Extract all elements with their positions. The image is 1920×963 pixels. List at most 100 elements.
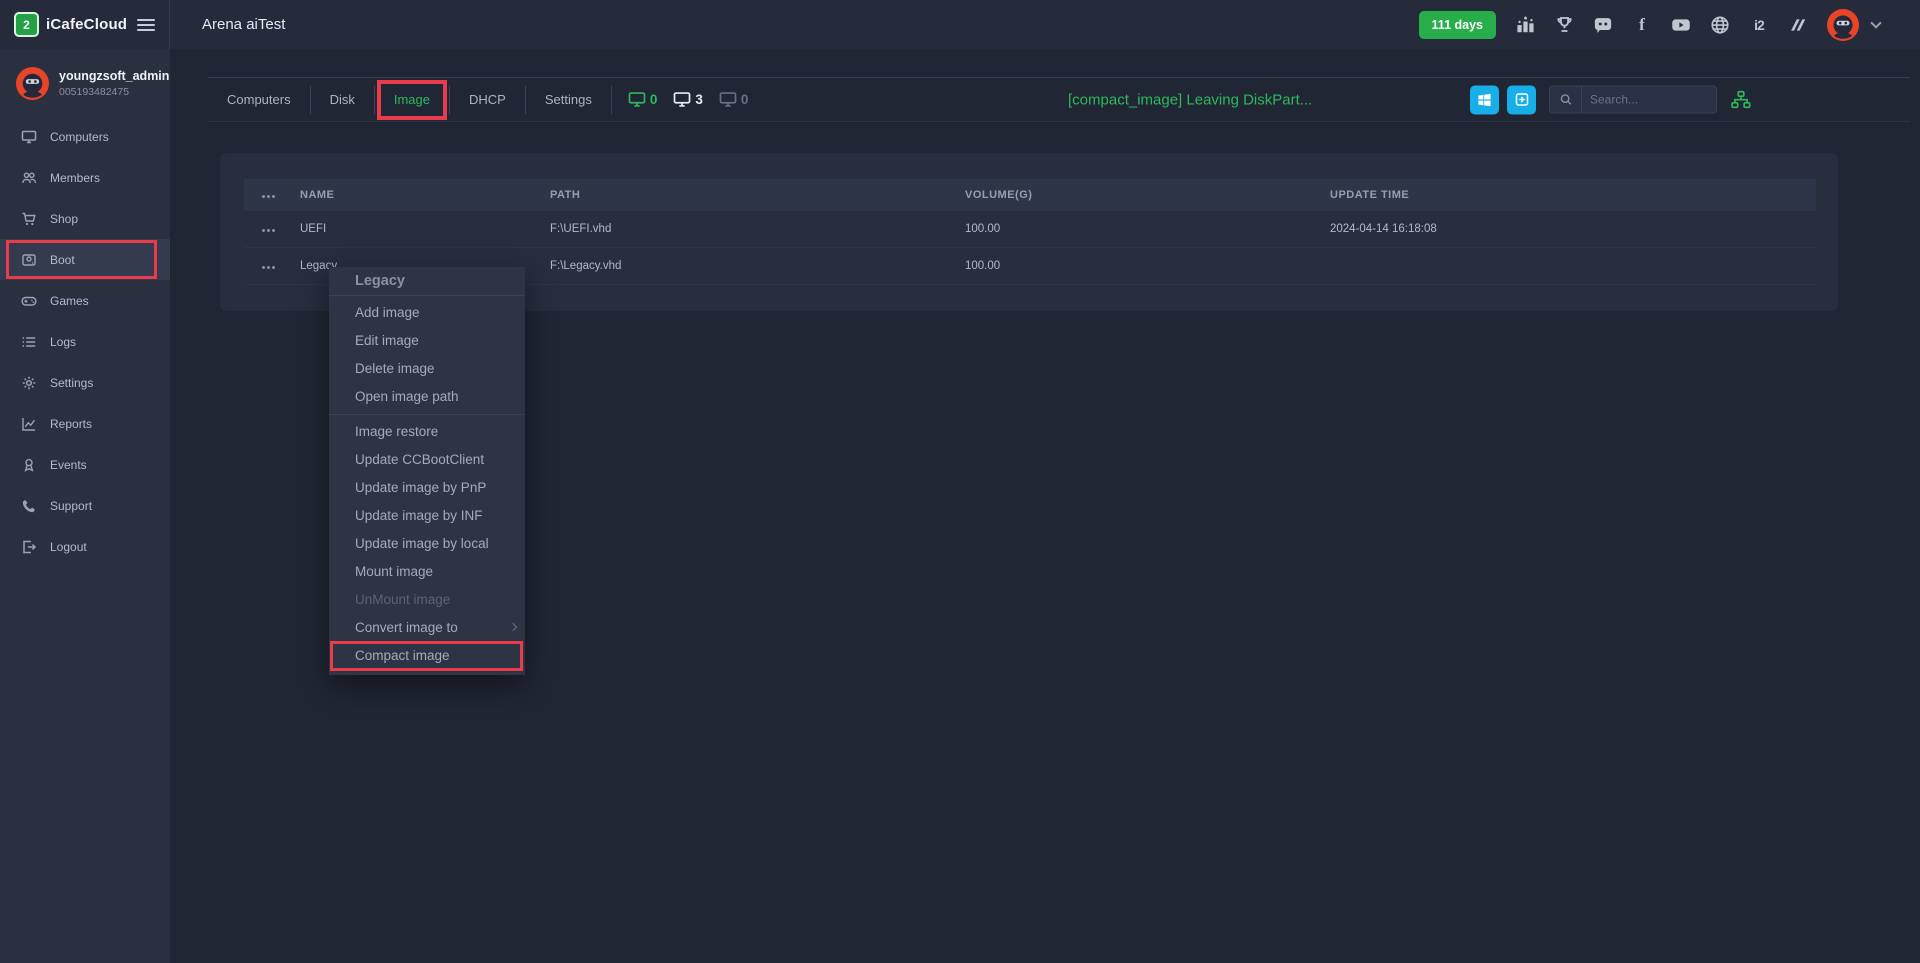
menu-item-update-image-by-inf[interactable]: Update image by INF: [329, 502, 525, 530]
tab-image[interactable]: Image: [375, 86, 450, 114]
tab-settings[interactable]: Settings: [526, 86, 612, 114]
menu-item-convert-image-to[interactable]: Convert image to: [329, 614, 525, 642]
table-row-uefi[interactable]: UEFI F:\UEFI.vhd 100.00 2024-04-14 16:18…: [244, 211, 1816, 248]
cell-update-time: 2024-04-14 16:18:08: [1330, 223, 1816, 235]
context-menu-group-1: Add image Edit image Delete image Open i…: [329, 296, 525, 414]
ranking-icon[interactable]: [1515, 15, 1535, 35]
counter-online[interactable]: 0: [628, 92, 658, 107]
sidebar-item-boot[interactable]: Boot: [0, 239, 170, 280]
sidebar-item-logs[interactable]: Logs: [0, 321, 170, 362]
table-header-row: NAME PATH VOLUME(G) UPDATE TIME: [244, 179, 1816, 211]
menu-icon[interactable]: [137, 19, 155, 31]
members-icon: [21, 170, 37, 186]
sidebar-item-members[interactable]: Members: [0, 157, 170, 198]
network-sitemap-icon[interactable]: [1731, 91, 1751, 109]
page-title: Arena aiTest: [202, 16, 285, 33]
cell-path: F:\UEFI.vhd: [550, 223, 965, 235]
row-menu-icon[interactable]: [262, 229, 265, 232]
user-avatar[interactable]: [1827, 9, 1859, 41]
sidebar-item-shop[interactable]: Shop: [0, 198, 170, 239]
logout-icon: [21, 539, 37, 555]
menu-item-add-image[interactable]: Add image: [329, 299, 525, 327]
logs-icon: [21, 334, 37, 350]
add-image-button[interactable]: [1507, 85, 1536, 114]
header-menu-cell: [244, 189, 300, 201]
menu-item-open-image-path[interactable]: Open image path: [329, 383, 525, 411]
column-update-time: UPDATE TIME: [1330, 189, 1816, 201]
cell-path: F:\Legacy.vhd: [550, 260, 965, 272]
tab-disk[interactable]: Disk: [311, 86, 375, 114]
column-path: PATH: [550, 189, 965, 201]
windows-icon: [1477, 92, 1492, 107]
menu-item-mount-image[interactable]: Mount image: [329, 558, 525, 586]
plus-square-icon: [1514, 92, 1530, 108]
chevron-down-icon[interactable]: [1870, 17, 1881, 28]
events-trophy-icon: [21, 457, 37, 473]
cell-volume: 100.00: [965, 223, 1330, 235]
sidebar-item-settings[interactable]: Settings: [0, 362, 170, 403]
counter-total[interactable]: 3: [673, 92, 703, 107]
facebook-icon[interactable]: f: [1632, 15, 1652, 35]
cell-volume: 100.00: [965, 260, 1330, 272]
menu-item-edit-image[interactable]: Edit image: [329, 327, 525, 355]
sidebar-item-reports[interactable]: Reports: [0, 403, 170, 444]
search-input[interactable]: [1582, 93, 1716, 107]
sidebar: youngzsoft_admin 005193482475 Computers …: [0, 49, 170, 963]
icafecloud-mini-icon[interactable]: i2: [1749, 15, 1769, 35]
tab-computers[interactable]: Computers: [208, 86, 311, 114]
logo-text: iCafeCloud: [46, 16, 127, 33]
sidebar-user: youngzsoft_admin 005193482475: [0, 49, 170, 116]
trophy-icon[interactable]: [1554, 15, 1574, 35]
icafecloud-logo-icon: 2: [14, 12, 39, 37]
days-badge[interactable]: 111 days: [1419, 11, 1496, 39]
search-icon[interactable]: [1550, 87, 1582, 113]
search-box: [1549, 86, 1717, 114]
shop-icon: [21, 211, 37, 227]
topbar-actions: 111 days f i2: [1419, 9, 1920, 41]
sidebar-user-id: 005193482475: [59, 86, 169, 98]
computers-icon: [21, 129, 37, 145]
image-toolbar: Computers Disk Image DHCP Settings 0 3 0…: [208, 77, 1910, 122]
column-volume: VOLUME(G): [965, 189, 1330, 201]
context-menu-group-2: Image restore Update CCBootClient Update…: [329, 414, 525, 675]
settings-gear-icon: [21, 375, 37, 391]
sidebar-username: youngzsoft_admin: [59, 69, 169, 83]
icafecloud-logo: 2 iCafeCloud: [14, 12, 127, 37]
topbar: 2 iCafeCloud Arena aiTest 111 days f: [0, 0, 1920, 49]
menu-item-unmount-image: UnMount image: [329, 586, 525, 614]
sidebar-item-events[interactable]: Events: [0, 444, 170, 485]
sidebar-item-logout[interactable]: Logout: [0, 526, 170, 567]
image-context-menu: Legacy Add image Edit image Delete image…: [329, 267, 525, 675]
menu-item-update-ccbootclient[interactable]: Update CCBootClient: [329, 446, 525, 474]
row-menu-icon[interactable]: [262, 266, 265, 269]
sidebar-avatar: [16, 67, 49, 100]
reports-chart-icon: [21, 416, 37, 432]
menu-item-update-image-by-local[interactable]: Update image by local: [329, 530, 525, 558]
app-root: 2 iCafeCloud Arena aiTest 111 days f: [0, 0, 1920, 963]
monitor-white-icon: [673, 92, 691, 107]
support-phone-icon: [21, 498, 37, 514]
menu-item-delete-image[interactable]: Delete image: [329, 355, 525, 383]
sidebar-item-support[interactable]: Support: [0, 485, 170, 526]
menu-item-update-image-by-pnp[interactable]: Update image by PnP: [329, 474, 525, 502]
windows-boot-button[interactable]: [1470, 85, 1499, 114]
monitor-green-icon: [628, 92, 646, 107]
toolbar-actions: [1470, 85, 1751, 114]
grid-dots-icon: [262, 195, 265, 198]
globe-icon[interactable]: [1710, 15, 1730, 35]
context-menu-title: Legacy: [329, 267, 525, 296]
discord-icon[interactable]: [1593, 15, 1613, 35]
topbar-brand-section: 2 iCafeCloud: [0, 0, 170, 49]
counter-offline[interactable]: 0: [719, 92, 749, 107]
cell-name: UEFI: [300, 223, 550, 235]
monitor-gray-icon: [719, 92, 737, 107]
sidebar-item-computers[interactable]: Computers: [0, 116, 170, 157]
youtube-icon[interactable]: [1671, 15, 1691, 35]
sidebar-item-games[interactable]: Games: [0, 280, 170, 321]
submenu-chevron-icon: [509, 623, 517, 631]
layers-icon[interactable]: [1788, 15, 1808, 35]
menu-item-compact-image[interactable]: Compact image: [329, 642, 525, 670]
column-name: NAME: [300, 189, 550, 201]
menu-item-image-restore[interactable]: Image restore: [329, 418, 525, 446]
tab-dhcp[interactable]: DHCP: [450, 86, 526, 114]
